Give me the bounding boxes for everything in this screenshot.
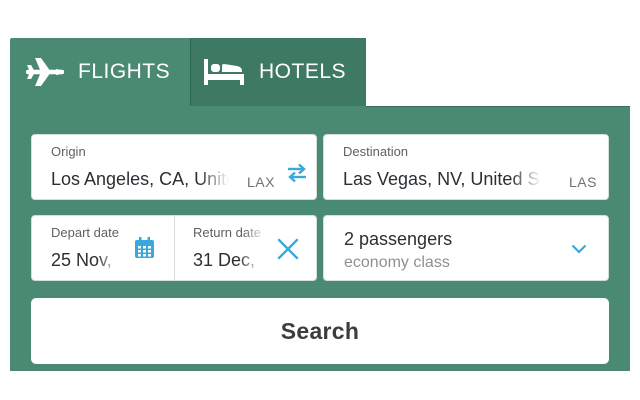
origin-code: LAX <box>247 174 275 190</box>
origin-value[interactable]: Los Angeles, CA, United States <box>51 169 229 193</box>
return-date-label: Return date <box>193 225 267 240</box>
depart-date-label: Depart date <box>51 225 119 240</box>
origin-label: Origin <box>51 144 86 159</box>
origin-field[interactable]: Origin Los Angeles, CA, United States LA… <box>31 134 317 200</box>
bed-icon <box>203 57 245 87</box>
cabin-class: economy class <box>344 254 450 271</box>
flight-search-widget: FLIGHTS HOTELS Origin Los Angeles, CA, U… <box>10 38 630 371</box>
destination-label: Destination <box>343 144 409 159</box>
passengers-count: 2 passengers <box>344 229 453 249</box>
search-button[interactable]: Search <box>31 298 609 364</box>
return-date-value[interactable]: 31 Dec, <box>193 250 261 274</box>
return-date-field[interactable]: Return date 31 Dec, <box>175 216 317 280</box>
tab-flights-label: FLIGHTS <box>78 60 171 83</box>
panel-edge <box>366 106 630 107</box>
destination-field[interactable]: Destination Las Vegas, NV, United States… <box>323 134 609 200</box>
depart-date-field[interactable]: Depart date 25 Nov, <box>32 216 174 280</box>
tab-hotels-label: HOTELS <box>259 60 347 83</box>
calendar-icon[interactable] <box>132 236 156 260</box>
date-range-field: Depart date 25 Nov, Return date 31 Dec, <box>31 215 317 281</box>
tab-flights[interactable]: FLIGHTS <box>10 38 190 106</box>
depart-date-value[interactable]: 25 Nov, <box>51 250 119 274</box>
swap-arrows-icon[interactable] <box>285 161 309 185</box>
destination-value[interactable]: Las Vegas, NV, United States <box>343 169 541 193</box>
close-icon[interactable] <box>275 236 301 262</box>
passengers-select[interactable]: 2 passengers economy class <box>323 215 609 281</box>
airplane-icon <box>26 57 64 87</box>
chevron-down-icon[interactable] <box>568 238 590 260</box>
destination-code: LAS <box>569 174 597 190</box>
tab-hotels[interactable]: HOTELS <box>190 38 366 106</box>
